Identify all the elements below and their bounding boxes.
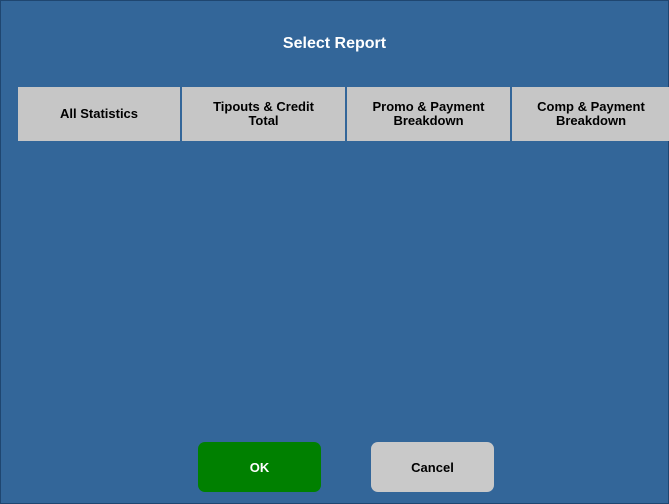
report-option-comp-payment-breakdown[interactable]: Comp & Payment Breakdown: [512, 87, 669, 141]
report-option-promo-payment-breakdown[interactable]: Promo & Payment Breakdown: [347, 87, 510, 141]
ok-button[interactable]: OK: [198, 442, 321, 492]
select-report-dialog: Select Report All Statistics Tipouts & C…: [0, 0, 669, 504]
report-option-all-statistics[interactable]: All Statistics: [18, 87, 180, 141]
cancel-button[interactable]: Cancel: [371, 442, 494, 492]
dialog-title: Select Report: [282, 35, 387, 52]
report-option-tipouts-credit-total[interactable]: Tipouts & Credit Total: [182, 87, 345, 141]
report-options: All Statistics Tipouts & Credit Total Pr…: [18, 87, 669, 141]
